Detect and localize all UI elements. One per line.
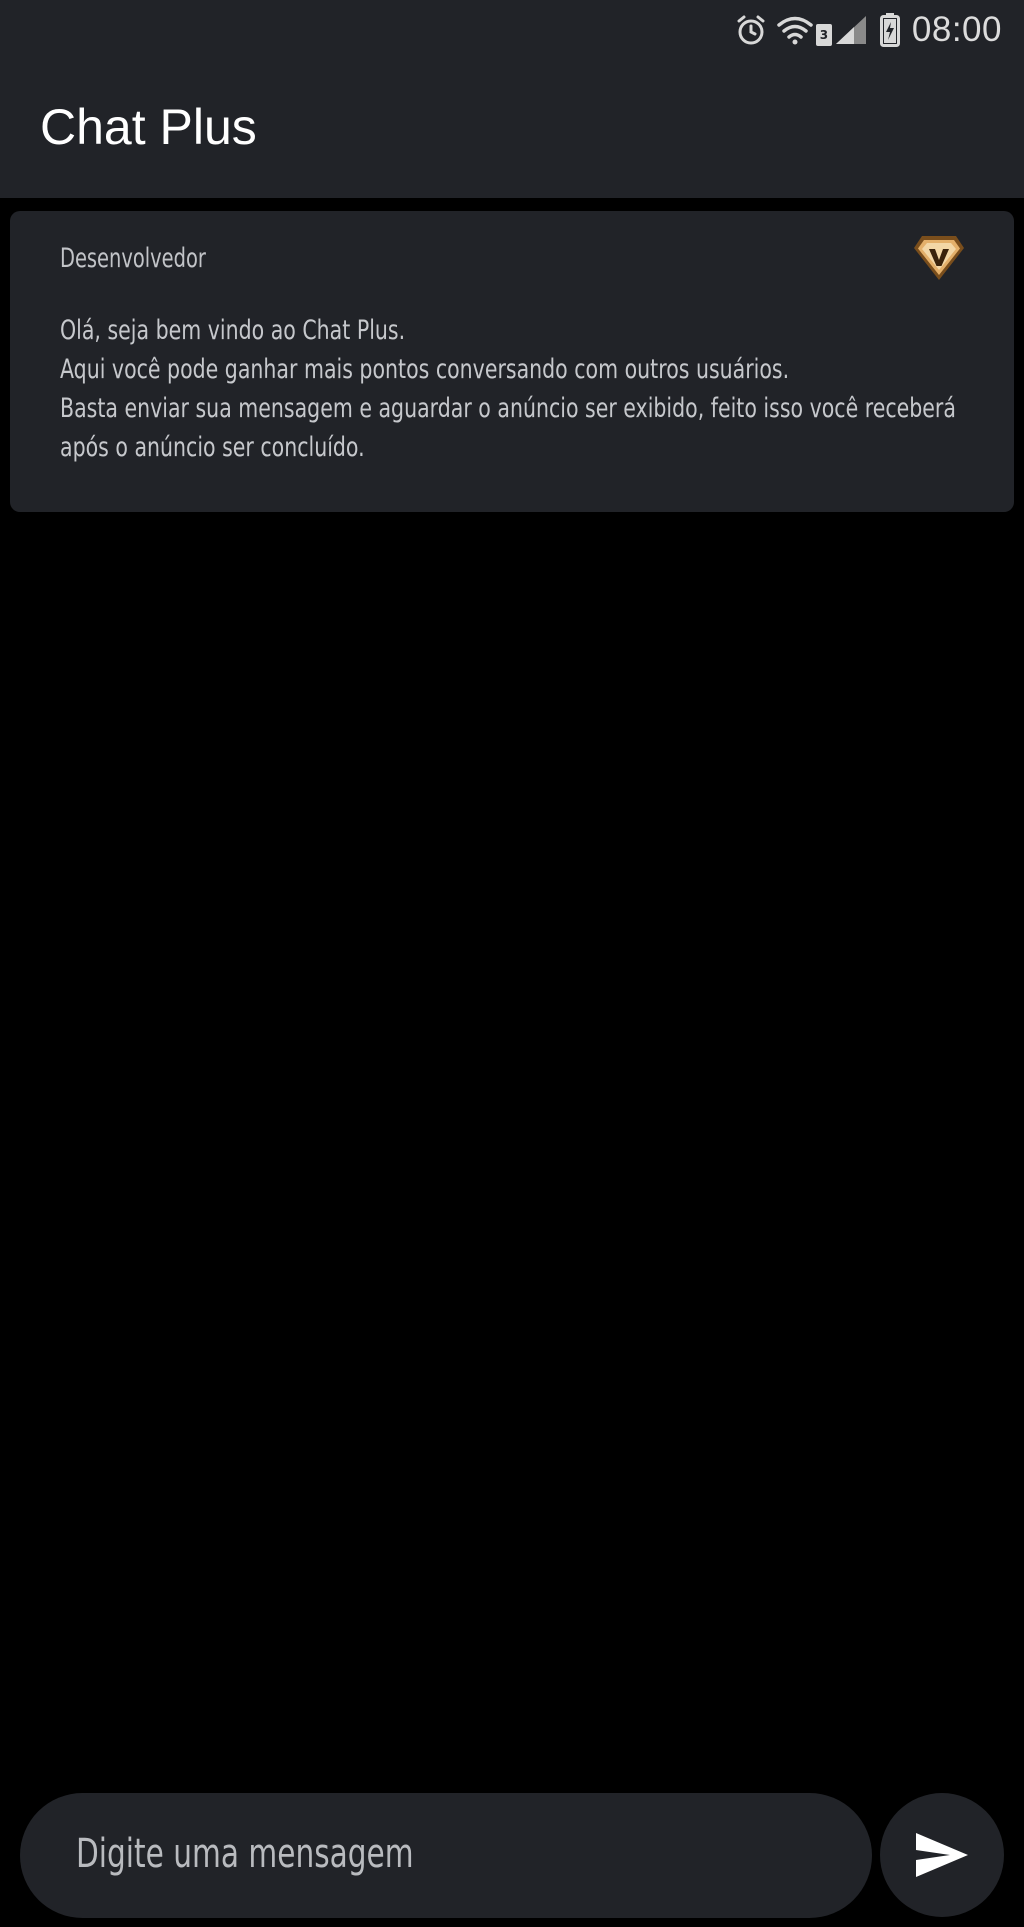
signal-icon [835,16,866,44]
message-input[interactable] [75,1821,839,1893]
message-author: Desenvolvedor [60,243,206,274]
wifi-icon [777,16,813,45]
message-list[interactable]: Desenvolvedor Olá, seja bem vindo ao Cha… [0,198,1024,1778]
app-title: Chat Plus [40,99,257,155]
battery-charging-icon [879,13,900,47]
chat-screen: 3 08:00 Chat Plus Desenvolvedor Olá, sej… [0,0,1024,1927]
vip-badge-icon [914,236,964,280]
message-line: Aqui você pode ganhar mais pontos conver… [60,354,790,385]
app-bar: Chat Plus [0,60,1024,198]
message-line: Basta enviar sua mensagem e aguardar o a… [60,393,956,424]
status-bar: 3 08:00 [0,0,1024,60]
message-card[interactable]: Desenvolvedor Olá, seja bem vindo ao Cha… [10,211,1014,512]
message-line: após o anúncio ser concluído. [60,432,365,463]
status-time: 08:00 [911,10,1002,49]
send-icon [916,1833,968,1877]
send-button[interactable] [880,1793,1004,1917]
message-body: Olá, seja bem vindo ao Chat Plus. Aqui v… [60,311,957,467]
alarm-icon [737,15,765,45]
sim-icon: 3 [815,24,832,46]
message-composer: Digite uma mensagem [0,1790,1024,1927]
sim-label: 3 [819,28,829,42]
status-icons: 3 08:00 [736,8,1002,52]
message-line: Olá, seja bem vindo ao Chat Plus. [60,315,406,346]
message-input-container[interactable]: Digite uma mensagem [20,1793,872,1918]
